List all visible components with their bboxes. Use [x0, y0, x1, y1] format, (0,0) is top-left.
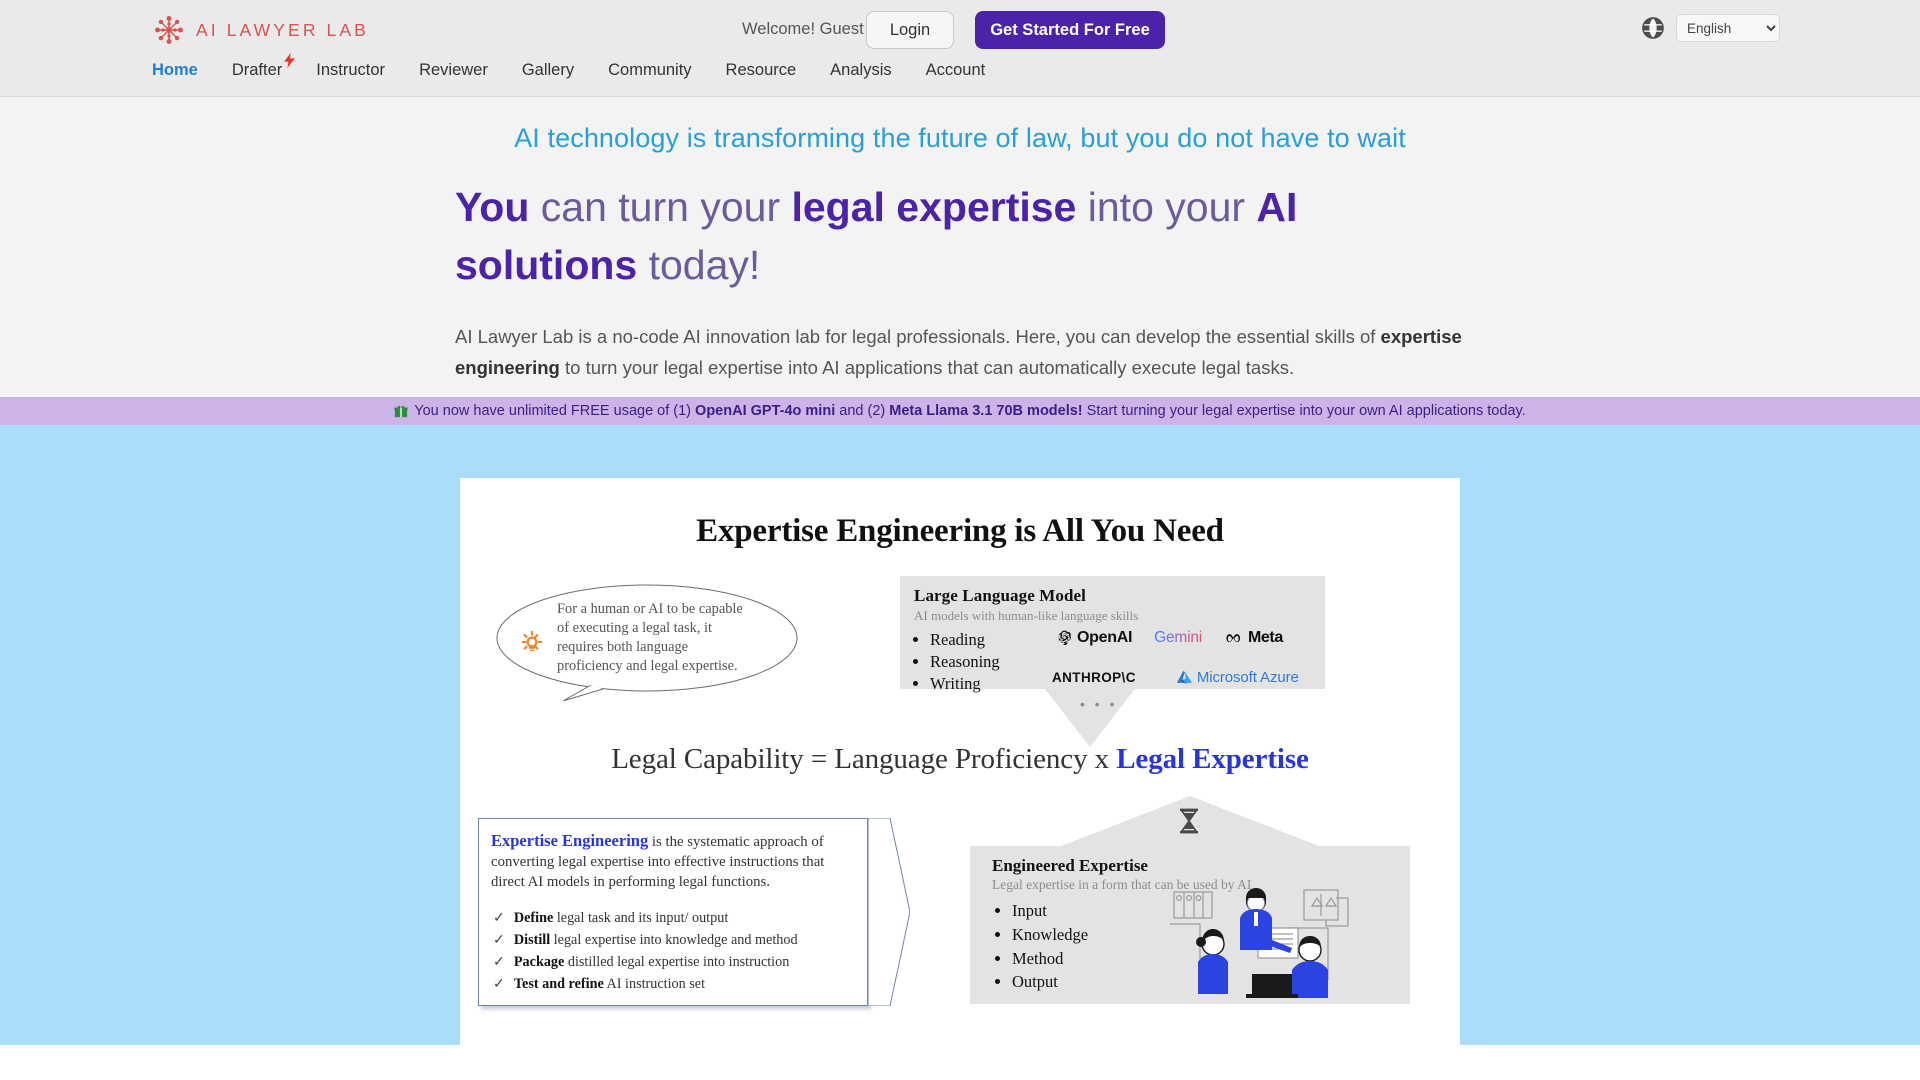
list-item: ✓ Distill legal expertise into knowledge …	[493, 929, 867, 951]
list-item: ✓ Package distilled legal expertise into …	[493, 951, 867, 973]
hero-heading-part: can turn your	[529, 184, 792, 231]
capability-equation: Legal Capability = Language Proficiency …	[460, 743, 1460, 776]
gemini-logo-icon: Gemini	[1154, 629, 1202, 647]
hero-heading-part: into your	[1076, 184, 1257, 231]
meta-label: Meta	[1248, 628, 1283, 646]
molecule-logo-icon	[152, 13, 186, 47]
hero-paragraph-part: to turn your legal expertise into AI app…	[559, 356, 1295, 378]
welcome-text: Welcome! Guest	[742, 20, 864, 38]
step-term: Define	[513, 909, 554, 926]
language-selector[interactable]: English	[1642, 14, 1780, 42]
hero-paragraph: AI Lawyer Lab is a no-code AI innovation…	[455, 321, 1465, 383]
equation-highlight: Legal Expertise	[1116, 742, 1309, 775]
engineered-expertise-title: Engineered Expertise	[992, 855, 1148, 875]
hero-heading-part: today!	[637, 242, 761, 289]
hourglass-icon	[1178, 808, 1200, 834]
bubble-text: For a human or AI to be capable of execu…	[557, 600, 743, 675]
check-mark-icon: ✓	[493, 909, 505, 926]
list-item: ✓ Test and refine AI instruction set	[493, 973, 867, 995]
meta-logo-icon: Meta	[1224, 629, 1283, 647]
equation-left: Legal Capability = Language Proficiency …	[611, 742, 1117, 775]
nav-item-community[interactable]: Community	[591, 60, 708, 80]
banner-part: OpenAI GPT-4o mini	[695, 402, 836, 419]
banner-part: and (2)	[835, 402, 890, 419]
expertise-engineering-definition: Expertise Engineering is the systematic …	[491, 830, 855, 893]
azure-logo-icon: Microsoft Azure	[1176, 669, 1299, 686]
gift-icon	[394, 404, 408, 418]
ee-right-arrow-icon	[867, 817, 911, 1007]
banner-text: You now have unlimited FREE usage of (1)…	[414, 403, 1525, 419]
insight-speech-bubble: For a human or AI to be capable of execu…	[495, 583, 800, 701]
llm-vendor-logos: OpenAI Gemini Meta ANTHROP\C Microsoft A…	[1050, 624, 1322, 692]
diagram-section: Expertise Engineering is All You Need Fo…	[0, 424, 1920, 1046]
anthropic-label: ANTHROP\C	[1052, 670, 1136, 686]
nav-item-account[interactable]: Account	[909, 60, 1003, 80]
hero-paragraph-part: AI Lawyer Lab is a no-code AI innovation…	[455, 325, 1381, 347]
globe-icon	[1642, 17, 1664, 39]
nav-item-analysis[interactable]: Analysis	[813, 60, 908, 80]
nav-item-drafter[interactable]: Drafter	[215, 53, 299, 80]
llm-title: Large Language Model	[914, 585, 1086, 605]
top-bar: AI LAWYER LAB Welcome! Guest Login Get S…	[0, 0, 1920, 60]
lightning-bolt-icon	[284, 53, 296, 68]
llm-ellipsis: • • •	[1080, 695, 1118, 712]
login-button[interactable]: Login	[866, 11, 954, 49]
step-term: Package	[513, 953, 565, 970]
banner-part: You now have unlimited FREE usage of (1)	[414, 402, 696, 419]
promo-banner[interactable]: You now have unlimited FREE usage of (1)…	[0, 396, 1920, 425]
nav-item-reviewer[interactable]: Reviewer	[402, 60, 505, 80]
banner-part: Start turning your legal expertise into …	[1082, 402, 1526, 419]
hero-section: AI technology is transforming the future…	[0, 97, 1920, 397]
openai-logo-icon: OpenAI	[1056, 629, 1132, 647]
openai-label: OpenAI	[1077, 628, 1133, 646]
hero-heading-part: You	[455, 184, 530, 231]
expertise-engineering-box: Expertise Engineering is the systematic …	[478, 817, 868, 1006]
legal-team-illustration	[1170, 884, 1360, 1004]
step-rest: distilled legal expertise into instructi…	[564, 953, 790, 970]
anthropic-logo-icon: ANTHROP\C	[1052, 670, 1136, 685]
language-select[interactable]: English	[1676, 14, 1780, 42]
check-mark-icon: ✓	[493, 931, 505, 948]
check-mark-icon: ✓	[493, 953, 505, 970]
nav-item-instructor[interactable]: Instructor	[299, 60, 402, 80]
hero-heading: You can turn your legal expertise into y…	[455, 178, 1465, 294]
get-started-button[interactable]: Get Started For Free	[975, 11, 1165, 49]
expertise-engineering-term: Expertise Engineering	[491, 830, 649, 850]
banner-part: Meta Llama 3.1 70B models!	[889, 402, 1083, 419]
step-rest: AI instruction set	[603, 975, 706, 992]
nav-item-gallery[interactable]: Gallery	[505, 60, 591, 80]
check-mark-icon: ✓	[493, 975, 505, 992]
nav-item-label: Drafter	[231, 61, 283, 79]
step-rest: legal task and its input/ output	[553, 909, 729, 926]
diagram-card: Expertise Engineering is All You Need Fo…	[460, 477, 1460, 1046]
llm-box: Large Language Model AI models with huma…	[900, 575, 1325, 693]
list-item: ✓ Define legal task and its input/ output	[493, 907, 867, 929]
gemini-label: Gemini	[1154, 628, 1202, 646]
brand-name: AI LAWYER LAB	[196, 19, 369, 40]
brand-logo[interactable]: AI LAWYER LAB	[152, 13, 369, 47]
nav-item-resource[interactable]: Resource	[709, 60, 814, 80]
hero-heading-part: legal expertise	[791, 184, 1077, 231]
main-navigation: Home Drafter Instructor Reviewer Gallery…	[0, 53, 1920, 97]
diagram-title: Expertise Engineering is All You Need	[696, 512, 1224, 549]
step-term: Test and refine	[513, 975, 604, 992]
step-term: Distill	[513, 931, 551, 948]
sun-idea-icon	[520, 630, 544, 655]
expertise-engineering-steps: ✓ Define legal task and its input/ output…	[493, 907, 867, 995]
hero-eyebrow: AI technology is transforming the future…	[514, 123, 1406, 153]
nav-item-home[interactable]: Home	[152, 60, 215, 80]
azure-label: Microsoft Azure	[1196, 669, 1299, 687]
engineered-expertise-box: Engineered Expertise Legal expertise in …	[970, 845, 1410, 1004]
step-rest: legal expertise into knowledge and metho…	[550, 931, 798, 948]
llm-subtitle: AI models with human-like language skill…	[914, 607, 1139, 623]
